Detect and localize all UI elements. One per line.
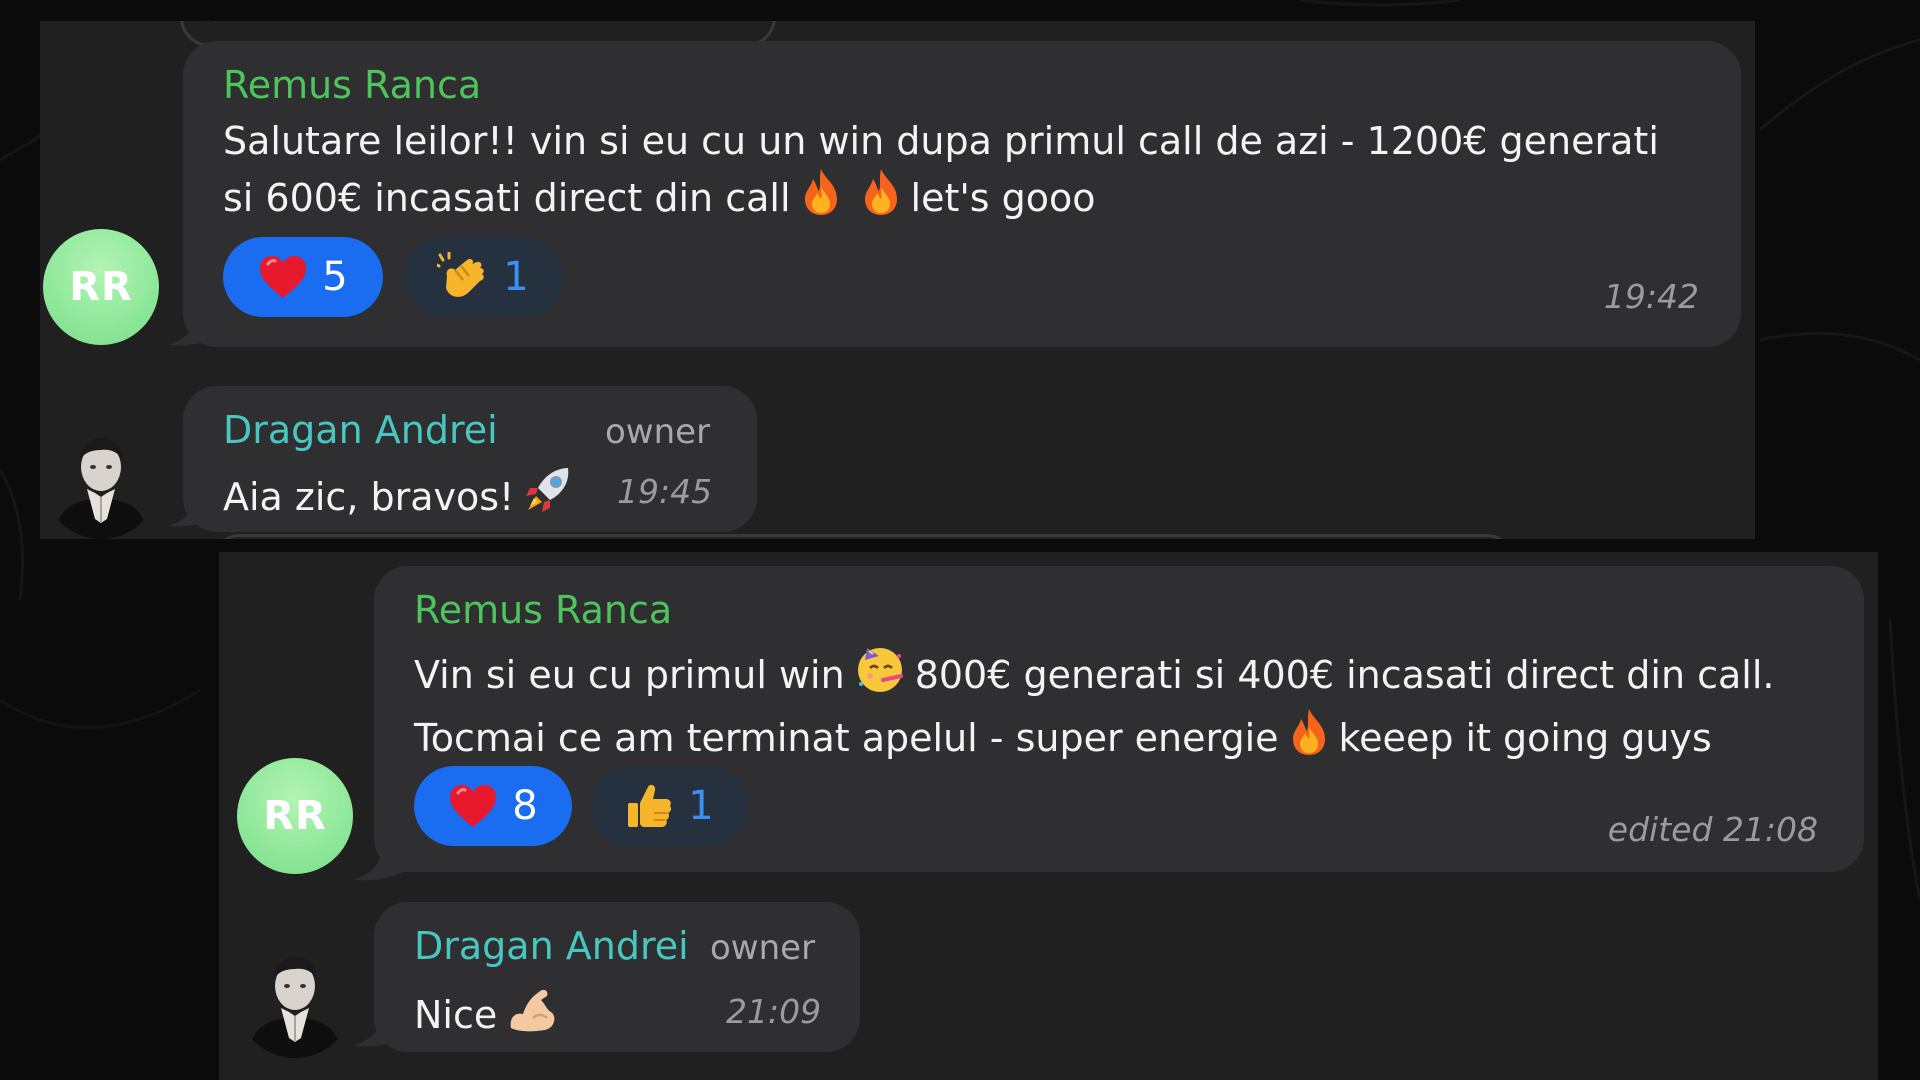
sender-name[interactable]: Remus Ranca bbox=[414, 588, 672, 632]
message-row: Dragan Andrei owner Nice 21:09 bbox=[219, 882, 1878, 1080]
message-text-line: si 600€ incasati direct din call let's go… bbox=[223, 167, 1659, 230]
message-text-segment: let's gooo bbox=[910, 176, 1096, 220]
clapping-hands-emoji bbox=[437, 252, 485, 297]
avatar-initials: RR bbox=[263, 793, 327, 839]
sender-role-badge: owner bbox=[710, 928, 816, 968]
sender-name[interactable]: Remus Ranca bbox=[223, 63, 481, 107]
message-bubble[interactable]: Remus Ranca Vin si eu cu primul win 800€ … bbox=[374, 566, 1864, 872]
message-text: Nice bbox=[414, 982, 567, 1047]
message-text-segment: keeep it going guys bbox=[1338, 716, 1712, 760]
fire-emoji bbox=[799, 167, 843, 230]
reaction-count: 1 bbox=[503, 254, 529, 300]
message-text-line: Vin si eu cu primul win 800€ generati si … bbox=[414, 642, 1774, 707]
reaction-count: 5 bbox=[322, 254, 348, 300]
message-bubble[interactable]: Dragan Andrei owner Aia zic, bravos! 19:… bbox=[183, 386, 757, 532]
profile-photo bbox=[43, 423, 159, 539]
message-text: Aia zic, bravos! bbox=[223, 464, 582, 529]
avatar-initials: RR bbox=[69, 264, 133, 310]
avatar[interactable] bbox=[237, 942, 353, 1058]
message-row: Dragan Andrei owner Aia zic, bravos! 19:… bbox=[40, 356, 1755, 539]
reaction-count: 1 bbox=[688, 783, 714, 829]
reaction-heart[interactable]: 5 bbox=[223, 237, 383, 317]
message-timestamp: 19:45 bbox=[617, 472, 713, 511]
reaction-count: 8 bbox=[512, 783, 538, 829]
flexed-biceps-emoji bbox=[505, 982, 559, 1047]
reaction-heart[interactable]: 8 bbox=[414, 766, 572, 846]
message-timestamp: 19:42 bbox=[1603, 277, 1699, 316]
message-row: RR Remus Ranca Salutare leilor!! vin si … bbox=[40, 21, 1755, 351]
message-timestamp: 21:09 bbox=[726, 992, 822, 1031]
message-bubble[interactable]: Remus Ranca Salutare leilor!! vin si eu … bbox=[183, 41, 1741, 347]
sender-role-badge: owner bbox=[605, 412, 711, 452]
message-text-segment: Vin si eu cu primul win bbox=[414, 653, 845, 697]
fire-emoji bbox=[859, 167, 903, 230]
reaction-clap[interactable]: 1 bbox=[403, 237, 563, 317]
fire-emoji bbox=[1287, 707, 1331, 770]
page: RR Remus Ranca Salutare leilor!! vin si … bbox=[0, 0, 1920, 1080]
reaction-thumbs-up[interactable]: 1 bbox=[590, 766, 748, 846]
avatar[interactable]: RR bbox=[43, 229, 159, 345]
heart-emoji bbox=[450, 785, 497, 827]
partying-face-emoji bbox=[853, 642, 907, 707]
heart-emoji bbox=[260, 256, 307, 298]
message-text-segment: Aia zic, bravos! bbox=[223, 475, 515, 519]
message-text: Salutare leilor!! vin si eu cu un win du… bbox=[223, 115, 1659, 230]
message-timestamp: edited 21:08 bbox=[1607, 810, 1818, 849]
avatar[interactable]: RR bbox=[237, 758, 353, 874]
sender-name[interactable]: Dragan Andrei bbox=[223, 408, 498, 452]
message-text-segment: Tocmai ce am terminat apelul - super ene… bbox=[414, 716, 1279, 760]
rocket-emoji bbox=[522, 464, 574, 529]
message-text-segment: 800€ generati si 400€ incasati direct di… bbox=[914, 653, 1775, 697]
message-text-line: Tocmai ce am terminat apelul - super ene… bbox=[414, 707, 1774, 770]
chat-screenshot-1: RR Remus Ranca Salutare leilor!! vin si … bbox=[40, 21, 1755, 539]
profile-photo bbox=[237, 942, 353, 1058]
thumbs-up-emoji bbox=[628, 784, 672, 827]
message-text-segment: Nice bbox=[414, 993, 498, 1037]
message-row: RR Remus Ranca Vin si eu cu primul win 80… bbox=[219, 552, 1878, 882]
message-text: Vin si eu cu primul win 800€ generati si … bbox=[414, 642, 1774, 770]
chat-screenshot-2: RR Remus Ranca Vin si eu cu primul win 80… bbox=[219, 552, 1878, 1080]
message-text-line: Salutare leilor!! vin si eu cu un win du… bbox=[223, 119, 1659, 163]
message-bubble[interactable]: Dragan Andrei owner Nice 21:09 bbox=[374, 902, 860, 1052]
message-text-segment: si 600€ incasati direct din call bbox=[223, 176, 791, 220]
avatar[interactable] bbox=[43, 423, 159, 539]
sender-name[interactable]: Dragan Andrei bbox=[414, 924, 689, 968]
